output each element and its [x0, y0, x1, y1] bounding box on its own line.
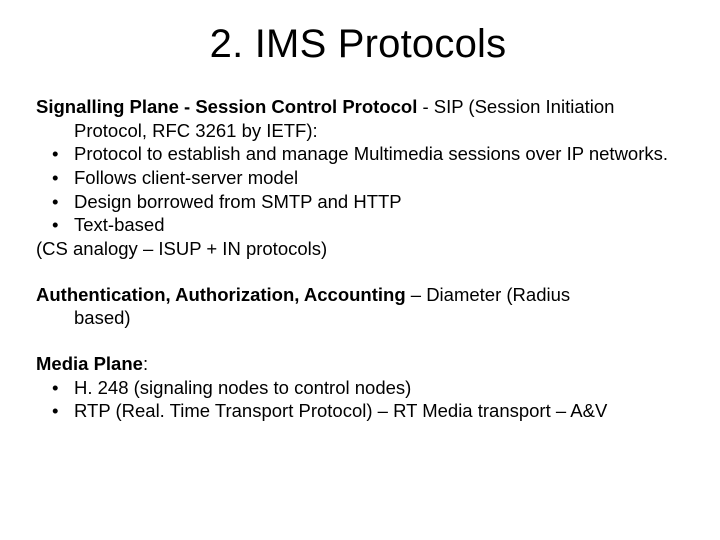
list-item: RTP (Real. Time Transport Protocol) – RT…	[36, 399, 680, 423]
media-lead-bold: Media Plane	[36, 353, 143, 374]
list-item: Text-based	[36, 213, 680, 237]
section-aaa: Authentication, Authorization, Accountin…	[36, 283, 680, 330]
signalling-lead-bold: Signalling Plane - Session Control Proto…	[36, 96, 417, 117]
signalling-lead-rest: - SIP (Session Initiation	[417, 96, 614, 117]
slide: 2. IMS Protocols Signalling Plane - Sess…	[0, 0, 720, 540]
slide-body: Signalling Plane - Session Control Proto…	[36, 95, 680, 423]
aaa-lead-bold: Authentication, Authorization, Accountin…	[36, 284, 406, 305]
aaa-lead-cont: based)	[74, 306, 680, 330]
media-lead-rest: :	[143, 353, 148, 374]
signalling-tail: (CS analogy – ISUP + IN protocols)	[36, 237, 680, 261]
aaa-lead: Authentication, Authorization, Accountin…	[36, 283, 680, 307]
list-item: H. 248 (signaling nodes to control nodes…	[36, 376, 680, 400]
signalling-lead-cont: Protocol, RFC 3261 by IETF):	[74, 119, 680, 143]
section-signalling: Signalling Plane - Session Control Proto…	[36, 95, 680, 261]
aaa-lead-rest: – Diameter (Radius	[406, 284, 571, 305]
slide-title: 2. IMS Protocols	[36, 22, 680, 67]
media-bullets: H. 248 (signaling nodes to control nodes…	[36, 376, 680, 423]
signalling-bullets: Protocol to establish and manage Multime…	[36, 142, 680, 237]
media-lead: Media Plane:	[36, 352, 680, 376]
signalling-lead: Signalling Plane - Session Control Proto…	[36, 95, 680, 119]
list-item: Design borrowed from SMTP and HTTP	[36, 190, 680, 214]
list-item: Follows client-server model	[36, 166, 680, 190]
section-media: Media Plane: H. 248 (signaling nodes to …	[36, 352, 680, 423]
list-item: Protocol to establish and manage Multime…	[36, 142, 680, 166]
